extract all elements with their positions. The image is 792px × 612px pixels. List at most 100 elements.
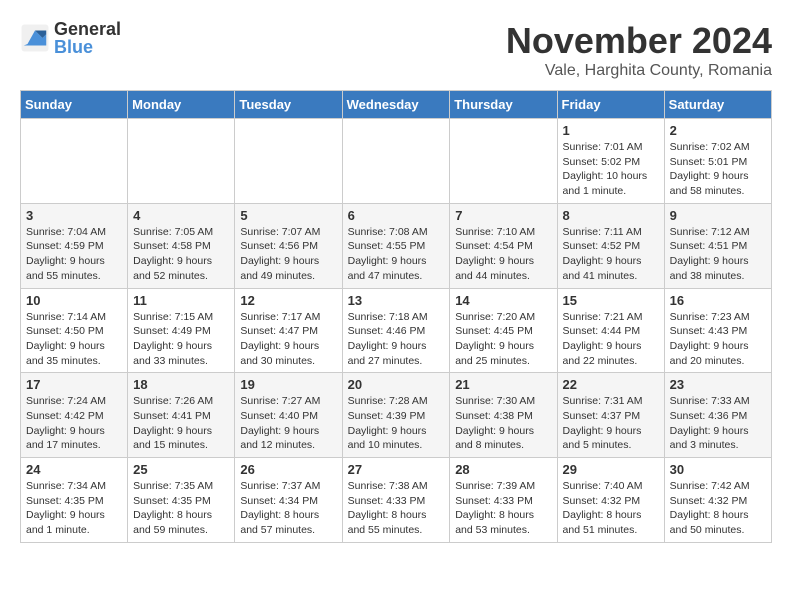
day-of-week-header: Friday [557,91,664,119]
calendar-week-row: 1Sunrise: 7:01 AMSunset: 5:02 PMDaylight… [21,119,772,204]
logo-text: General Blue [54,20,121,56]
day-info: Sunrise: 7:10 AMSunset: 4:54 PMDaylight:… [455,225,551,284]
day-info: Sunrise: 7:12 AMSunset: 4:51 PMDaylight:… [670,225,766,284]
calendar-cell: 27Sunrise: 7:38 AMSunset: 4:33 PMDayligh… [342,458,450,543]
day-of-week-header: Thursday [450,91,557,119]
calendar-cell: 25 Sunrise: 7:35 AMSunset: 4:35 PMDayligh… [128,458,235,543]
day-number: 3 [26,208,122,223]
calendar-cell: 21Sunrise: 7:30 AMSunset: 4:38 PMDayligh… [450,373,557,458]
day-number: 8 [563,208,659,223]
calendar-cell: 18 Sunrise: 7:26 AMSunset: 4:41 PMDayligh… [128,373,235,458]
day-number: 9 [670,208,766,223]
day-info: Sunrise: 7:15 AMSunset: 4:49 PMDaylight:… [133,310,229,369]
calendar-table: SundayMondayTuesdayWednesdayThursdayFrid… [20,90,772,543]
day-of-week-header: Monday [128,91,235,119]
day-number: 25 [133,462,229,477]
day-number: 22 [563,377,659,392]
calendar-cell: 26 Sunrise: 7:37 AMSunset: 4:34 PMDayligh… [235,458,342,543]
day-info: Sunrise: 7:07 AMSunset: 4:56 PMDaylight:… [240,225,336,284]
calendar-cell [342,119,450,204]
calendar-cell: 22 Sunrise: 7:31 AMSunset: 4:37 PMDayligh… [557,373,664,458]
day-info: Sunrise: 7:33 AMSunset: 4:36 PMDaylight:… [670,394,766,453]
calendar-cell [450,119,557,204]
day-info: Sunrise: 7:42 AMSunset: 4:32 PMDaylight:… [670,479,766,538]
day-number: 19 [240,377,336,392]
calendar-week-row: 3 Sunrise: 7:04 AMSunset: 4:59 PMDaylight… [21,203,772,288]
day-number: 26 [240,462,336,477]
calendar-week-row: 17Sunrise: 7:24 AMSunset: 4:42 PMDayligh… [21,373,772,458]
day-number: 24 [26,462,122,477]
day-info: Sunrise: 7:20 AMSunset: 4:45 PMDaylight:… [455,310,551,369]
calendar-cell: 2 Sunrise: 7:02 AMSunset: 5:01 PMDaylight… [664,119,771,204]
day-of-week-header: Tuesday [235,91,342,119]
day-info: Sunrise: 7:38 AMSunset: 4:33 PMDaylight:… [348,479,445,538]
day-of-week-header: Wednesday [342,91,450,119]
calendar-cell: 23 Sunrise: 7:33 AMSunset: 4:36 PMDayligh… [664,373,771,458]
location-title: Vale, Harghita County, Romania [506,62,772,80]
day-info: Sunrise: 7:24 AMSunset: 4:42 PMDaylight:… [26,394,122,453]
day-info: Sunrise: 7:35 AMSunset: 4:35 PMDaylight:… [133,479,229,538]
day-number: 18 [133,377,229,392]
calendar-cell: 4Sunrise: 7:05 AMSunset: 4:58 PMDaylight… [128,203,235,288]
calendar-cell: 28 Sunrise: 7:39 AMSunset: 4:33 PMDayligh… [450,458,557,543]
month-title: November 2024 [506,20,772,62]
calendar-cell: 24 Sunrise: 7:34 AMSunset: 4:35 PMDayligh… [21,458,128,543]
day-number: 12 [240,293,336,308]
calendar-cell: 15Sunrise: 7:21 AMSunset: 4:44 PMDayligh… [557,288,664,373]
logo-line2: Blue [54,38,121,56]
day-info: Sunrise: 7:11 AMSunset: 4:52 PMDaylight:… [563,225,659,284]
day-info: Sunrise: 7:39 AMSunset: 4:33 PMDaylight:… [455,479,551,538]
day-info: Sunrise: 7:23 AMSunset: 4:43 PMDaylight:… [670,310,766,369]
calendar-cell: 3 Sunrise: 7:04 AMSunset: 4:59 PMDaylight… [21,203,128,288]
day-info: Sunrise: 7:08 AMSunset: 4:55 PMDaylight:… [348,225,445,284]
day-info: Sunrise: 7:18 AMSunset: 4:46 PMDaylight:… [348,310,445,369]
calendar-cell: 29 Sunrise: 7:40 AMSunset: 4:32 PMDayligh… [557,458,664,543]
calendar-cell: 20Sunrise: 7:28 AMSunset: 4:39 PMDayligh… [342,373,450,458]
calendar-cell: 8 Sunrise: 7:11 AMSunset: 4:52 PMDaylight… [557,203,664,288]
day-info: Sunrise: 7:27 AMSunset: 4:40 PMDaylight:… [240,394,336,453]
day-number: 28 [455,462,551,477]
day-number: 29 [563,462,659,477]
calendar-cell: 30 Sunrise: 7:42 AMSunset: 4:32 PMDayligh… [664,458,771,543]
calendar-cell: 17Sunrise: 7:24 AMSunset: 4:42 PMDayligh… [21,373,128,458]
day-info: Sunrise: 7:34 AMSunset: 4:35 PMDaylight:… [26,479,122,538]
calendar-cell [21,119,128,204]
day-info: Sunrise: 7:05 AMSunset: 4:58 PMDaylight:… [133,225,229,284]
day-number: 1 [563,123,659,138]
day-info: Sunrise: 7:30 AMSunset: 4:38 PMDaylight:… [455,394,551,453]
day-number: 11 [133,293,229,308]
logo-line1: General [54,20,121,38]
logo: General Blue [20,20,121,56]
calendar-cell: 10 Sunrise: 7:14 AMSunset: 4:50 PMDayligh… [21,288,128,373]
day-info: Sunrise: 7:04 AMSunset: 4:59 PMDaylight:… [26,225,122,284]
day-info: Sunrise: 7:14 AMSunset: 4:50 PMDaylight:… [26,310,122,369]
day-number: 30 [670,462,766,477]
day-of-week-header: Saturday [664,91,771,119]
calendar-cell [128,119,235,204]
day-info: Sunrise: 7:37 AMSunset: 4:34 PMDaylight:… [240,479,336,538]
day-info: Sunrise: 7:26 AMSunset: 4:41 PMDaylight:… [133,394,229,453]
day-info: Sunrise: 7:31 AMSunset: 4:37 PMDaylight:… [563,394,659,453]
calendar-cell: 11 Sunrise: 7:15 AMSunset: 4:49 PMDayligh… [128,288,235,373]
day-number: 15 [563,293,659,308]
day-info: Sunrise: 7:40 AMSunset: 4:32 PMDaylight:… [563,479,659,538]
calendar-cell: 19 Sunrise: 7:27 AMSunset: 4:40 PMDayligh… [235,373,342,458]
day-info: Sunrise: 7:17 AMSunset: 4:47 PMDaylight:… [240,310,336,369]
logo-icon [20,23,50,53]
day-number: 13 [348,293,445,308]
day-number: 16 [670,293,766,308]
title-block: November 2024 Vale, Harghita County, Rom… [506,20,772,80]
calendar-cell: 14Sunrise: 7:20 AMSunset: 4:45 PMDayligh… [450,288,557,373]
day-number: 10 [26,293,122,308]
day-of-week-header: Sunday [21,91,128,119]
day-number: 2 [670,123,766,138]
page-header: General Blue November 2024 Vale, Harghit… [20,20,772,80]
day-number: 7 [455,208,551,223]
calendar-cell: 1Sunrise: 7:01 AMSunset: 5:02 PMDaylight… [557,119,664,204]
calendar-cell: 7 Sunrise: 7:10 AMSunset: 4:54 PMDaylight… [450,203,557,288]
day-number: 23 [670,377,766,392]
day-info: Sunrise: 7:02 AMSunset: 5:01 PMDaylight:… [670,140,766,199]
calendar-header-row: SundayMondayTuesdayWednesdayThursdayFrid… [21,91,772,119]
calendar-cell: 12 Sunrise: 7:17 AMSunset: 4:47 PMDayligh… [235,288,342,373]
calendar-week-row: 10 Sunrise: 7:14 AMSunset: 4:50 PMDayligh… [21,288,772,373]
